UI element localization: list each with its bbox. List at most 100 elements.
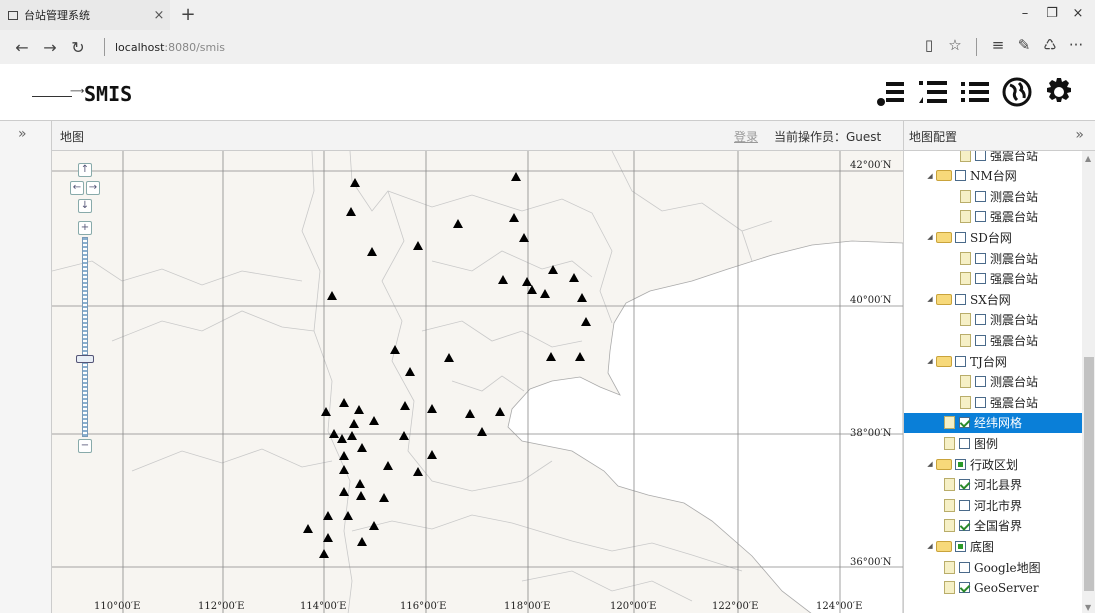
tree-expand-arrow-icon[interactable]: ◢ [926, 172, 934, 180]
tree-item[interactable]: 测震台站 [904, 186, 1082, 206]
station-marker[interactable] [540, 289, 550, 298]
station-marker[interactable] [569, 273, 579, 282]
tree-item[interactable]: ◢ NM台网 [904, 166, 1082, 186]
station-marker[interactable] [511, 172, 521, 181]
layer-checkbox[interactable] [955, 231, 966, 243]
tab-close-button[interactable]: × [148, 8, 170, 23]
ordered-list-icon[interactable] [917, 76, 949, 108]
tree-item[interactable]: Google地图 [904, 557, 1082, 577]
forward-button[interactable]: → [36, 38, 64, 57]
map-view[interactable]: 42°00′N 40°00′N 38°00′N 36°00′N 110°00′E… [52, 151, 903, 613]
tree-item[interactable]: 强震台站 [904, 151, 1082, 165]
layer-checkbox[interactable] [955, 458, 966, 470]
station-marker[interactable] [399, 431, 409, 440]
station-marker[interactable] [355, 479, 365, 488]
zoom-in-button[interactable]: + [78, 221, 92, 235]
scroll-down-icon[interactable]: ▼ [1085, 603, 1091, 612]
pan-left-button[interactable]: ← [70, 181, 84, 195]
station-marker[interactable] [337, 434, 347, 443]
station-marker[interactable] [465, 409, 475, 418]
tree-item[interactable]: ◢ 底图 [904, 536, 1082, 556]
station-marker[interactable] [581, 317, 591, 326]
layer-checkbox[interactable] [975, 376, 986, 388]
layer-checkbox[interactable] [975, 334, 986, 346]
station-marker[interactable] [339, 487, 349, 496]
zoom-slider-handle[interactable] [76, 355, 94, 363]
layer-checkbox[interactable] [975, 190, 986, 202]
layer-checkbox[interactable] [959, 582, 970, 594]
collapse-config-panel-button[interactable]: » [1075, 127, 1084, 143]
tree-item[interactable]: 测震台站 [904, 248, 1082, 268]
pan-right-button[interactable]: → [86, 181, 100, 195]
station-marker[interactable] [405, 367, 415, 376]
layer-checkbox[interactable] [975, 396, 986, 408]
station-marker[interactable] [339, 451, 349, 460]
tree-item[interactable]: ◢ SX台网 [904, 289, 1082, 309]
station-marker[interactable] [369, 416, 379, 425]
layer-checkbox[interactable] [975, 273, 986, 285]
station-marker[interactable] [323, 511, 333, 520]
tree-item[interactable]: ◢ 行政区划 [904, 454, 1082, 474]
close-window-button[interactable]: × [1068, 6, 1088, 21]
tree-expand-arrow-icon[interactable]: ◢ [926, 233, 934, 241]
station-marker[interactable] [356, 491, 366, 500]
station-marker[interactable] [527, 285, 537, 294]
reading-view-icon[interactable]: ▯ [916, 36, 942, 58]
station-marker[interactable] [327, 291, 337, 300]
layer-checkbox[interactable] [975, 151, 986, 161]
scroll-thumb[interactable] [1084, 357, 1094, 591]
tree-scrollbar[interactable]: ▲ ▼ [1082, 151, 1095, 613]
minimize-button[interactable]: – [1015, 6, 1035, 21]
tree-expand-arrow-icon[interactable]: ◢ [926, 295, 934, 303]
station-marker[interactable] [349, 419, 359, 428]
station-marker[interactable] [495, 407, 505, 416]
tree-item[interactable]: ◢ SD台网 [904, 227, 1082, 247]
layer-checkbox[interactable] [975, 314, 986, 326]
tree-item[interactable]: 强震台站 [904, 392, 1082, 412]
list-icon[interactable] [959, 76, 991, 108]
station-marker[interactable] [347, 431, 357, 440]
restore-button[interactable]: ❐ [1042, 6, 1062, 21]
notes-icon[interactable]: ✎ [1011, 36, 1037, 58]
station-marker[interactable] [339, 465, 349, 474]
station-marker[interactable] [329, 429, 339, 438]
station-marker[interactable] [444, 353, 454, 362]
station-marker[interactable] [522, 277, 532, 286]
layer-checkbox[interactable] [959, 479, 970, 491]
layer-checkbox[interactable] [955, 540, 966, 552]
station-marker[interactable] [548, 265, 558, 274]
tree-item[interactable]: 图例 [904, 433, 1082, 453]
station-marker[interactable] [519, 233, 529, 242]
station-marker[interactable] [357, 443, 367, 452]
station-marker[interactable] [509, 213, 519, 222]
station-marker[interactable] [343, 511, 353, 520]
zoom-slider-track[interactable] [82, 237, 88, 437]
tree-item[interactable]: 全国省界 [904, 516, 1082, 536]
layer-list-icon[interactable] [875, 76, 907, 108]
scroll-up-icon[interactable]: ▲ [1085, 154, 1091, 163]
station-marker[interactable] [400, 401, 410, 410]
station-marker[interactable] [575, 352, 585, 361]
pan-up-button[interactable]: ↑ [78, 163, 92, 177]
layer-checkbox[interactable] [975, 211, 986, 223]
tree-item[interactable]: GeoServer [904, 578, 1082, 598]
tree-item[interactable]: 强震台站 [904, 330, 1082, 350]
gear-icon[interactable] [1043, 76, 1075, 108]
station-marker[interactable] [367, 247, 377, 256]
station-marker[interactable] [453, 219, 463, 228]
browser-tab[interactable]: 台站管理系统 × [0, 0, 170, 30]
station-marker[interactable] [546, 352, 556, 361]
new-tab-button[interactable]: + [178, 4, 198, 25]
station-marker[interactable] [323, 533, 333, 542]
layer-checkbox[interactable] [975, 252, 986, 264]
tree-item[interactable]: 测震台站 [904, 372, 1082, 392]
station-marker[interactable] [383, 461, 393, 470]
expand-left-panel-button[interactable]: » [18, 126, 27, 142]
station-marker[interactable] [477, 427, 487, 436]
layer-checkbox[interactable] [959, 499, 970, 511]
tree-expand-arrow-icon[interactable]: ◢ [926, 357, 934, 365]
layer-checkbox[interactable] [955, 293, 966, 305]
tree-expand-arrow-icon[interactable]: ◢ [926, 460, 934, 468]
share-icon[interactable]: ♺ [1037, 36, 1063, 58]
station-marker[interactable] [577, 293, 587, 302]
